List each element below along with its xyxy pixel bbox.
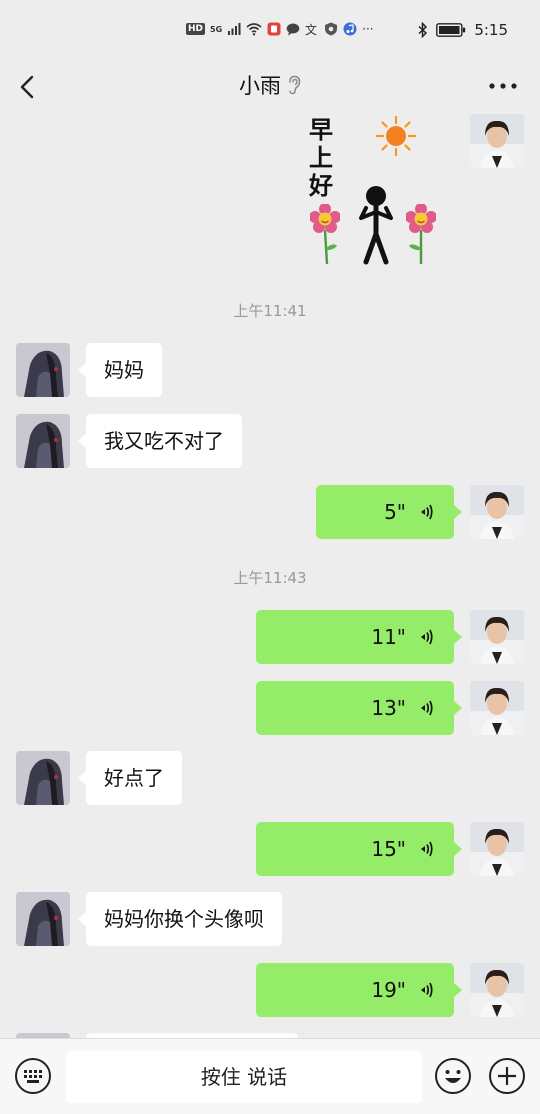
voice-duration: 11"	[371, 625, 406, 649]
message-list[interactable]: 早上好 上午11:41 妈妈 我又吃不对了 5" 上午11:43 11" 13"…	[0, 114, 540, 1038]
contact-avatar[interactable]	[16, 751, 70, 805]
my-avatar[interactable]	[470, 610, 524, 664]
message-bubble[interactable]: 妈妈	[78, 343, 162, 397]
music-icon	[343, 22, 357, 36]
status-bar: HD 5G 文 ··· 5:15	[0, 0, 540, 62]
app-notification-icon	[267, 22, 281, 36]
my-avatar[interactable]	[470, 114, 524, 168]
status-time: 5:15	[474, 21, 508, 39]
signal-icon	[228, 23, 241, 35]
greeting-sticker[interactable]: 早上好	[300, 114, 440, 268]
status-left-icons: HD 5G 文 ···	[186, 22, 374, 36]
input-bar: 按住 说话	[0, 1038, 540, 1114]
sticker-text: 早上好	[309, 116, 333, 200]
translate-icon: 文	[305, 22, 317, 36]
plus-icon[interactable]	[488, 1057, 526, 1095]
stick-figure-icon	[359, 186, 393, 265]
message-bubble[interactable]: 妈妈你换个头像呗	[78, 892, 282, 946]
message-bubble[interactable]: 好点了	[78, 751, 182, 805]
contact-name: 小雨	[239, 74, 281, 98]
more-dots-icon[interactable]	[488, 76, 518, 96]
voice-duration: 13"	[371, 696, 406, 720]
voice-wave-icon	[421, 982, 433, 998]
chat-title: 小雨	[0, 70, 540, 100]
chat-header: 小雨	[0, 62, 540, 114]
flower-icon	[406, 204, 436, 264]
my-avatar[interactable]	[470, 963, 524, 1017]
svg-text:文: 文	[305, 22, 317, 36]
message-bubble[interactable]: 我又吃不对了	[78, 414, 242, 468]
sun-icon	[376, 116, 416, 156]
voice-duration: 5"	[384, 500, 406, 524]
bluetooth-icon	[418, 22, 428, 38]
ear-icon	[287, 75, 301, 100]
voice-message[interactable]: 19"	[256, 963, 462, 1017]
battery-icon	[436, 23, 466, 37]
my-avatar[interactable]	[470, 485, 524, 539]
hold-to-talk-button[interactable]: 按住 说话	[66, 1051, 422, 1103]
contact-avatar[interactable]	[16, 343, 70, 397]
voice-message[interactable]: 5"	[316, 485, 462, 539]
hd-icon: HD	[186, 23, 206, 35]
flower-icon	[310, 204, 340, 265]
my-avatar[interactable]	[470, 822, 524, 876]
emoji-icon[interactable]	[434, 1057, 472, 1095]
voice-message[interactable]: 15"	[256, 822, 462, 876]
keyboard-icon[interactable]	[14, 1057, 52, 1095]
contact-avatar[interactable]	[16, 414, 70, 468]
my-avatar[interactable]	[470, 681, 524, 735]
more-notifications-icon: ···	[362, 22, 374, 36]
voice-message[interactable]: 11"	[256, 610, 462, 664]
voice-wave-icon	[421, 841, 433, 857]
voice-message[interactable]: 13"	[256, 681, 462, 735]
voice-wave-icon	[421, 700, 433, 716]
voice-duration: 15"	[371, 837, 406, 861]
voice-wave-icon	[421, 629, 433, 645]
voice-duration: 19"	[371, 978, 406, 1002]
timestamp: 上午11:41	[233, 302, 307, 320]
wifi-icon	[246, 23, 262, 36]
network-type: 5G	[210, 24, 223, 34]
shield-icon	[325, 22, 338, 36]
message-icon	[286, 23, 300, 36]
status-right: 5:15	[418, 21, 508, 39]
timestamp: 上午11:43	[233, 569, 307, 587]
contact-avatar[interactable]	[16, 892, 70, 946]
voice-wave-icon	[421, 504, 433, 520]
